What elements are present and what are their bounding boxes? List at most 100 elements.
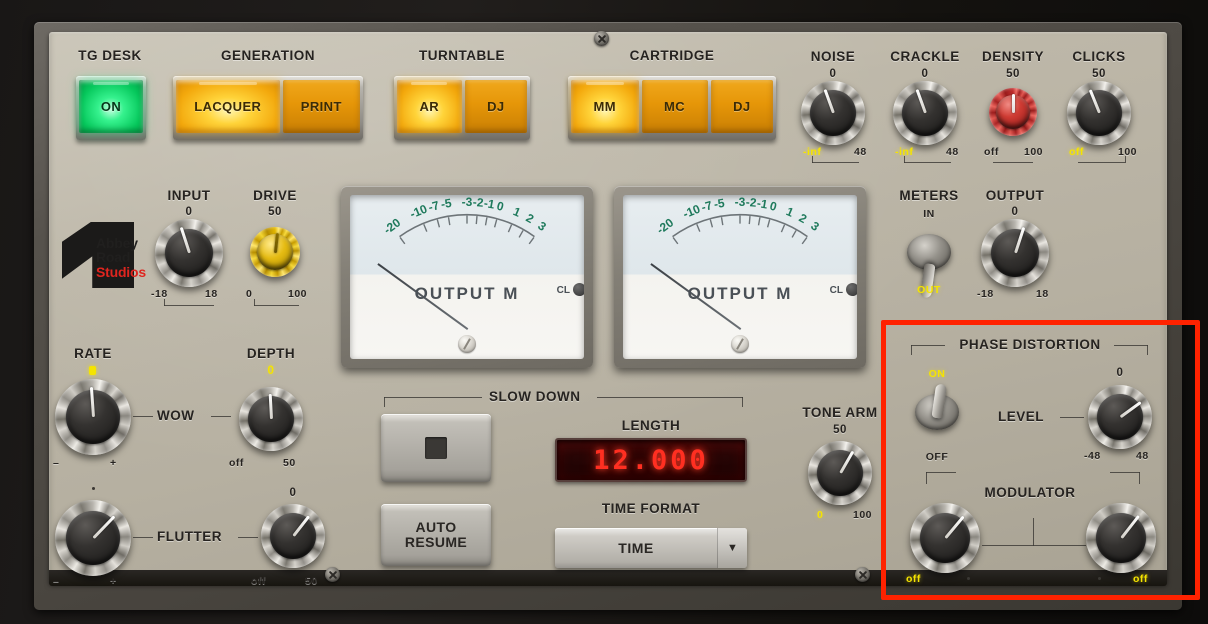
cartridge-mc-label: MC — [664, 99, 686, 114]
turntable-button-group: AR DJ — [394, 76, 530, 140]
time-format-dropdown[interactable]: TIME ▼ — [555, 528, 747, 568]
meter-right-cl-lamp-icon — [846, 283, 857, 297]
wow-connector-right — [211, 416, 231, 417]
svg-text:-7: -7 — [700, 198, 714, 214]
modulator-rule-right — [1110, 472, 1140, 473]
slow-down-rule-left — [384, 397, 482, 398]
phase-rule-right-tick — [1147, 345, 1148, 355]
wow-depth-value: 0 — [267, 365, 275, 377]
meter-left-cl: CL — [557, 283, 584, 297]
svg-text:0: 0 — [495, 199, 505, 214]
svg-text:-1: -1 — [483, 196, 496, 212]
cartridge-mc-button[interactable]: MC — [641, 80, 708, 133]
meter-right-face: -20 -10 -7 -5 -3 -2 -1 0 1 2 3 OUTPUT M CL — [623, 195, 857, 359]
generation-print-button[interactable]: PRINT — [282, 80, 361, 133]
crackle-knob[interactable] — [893, 81, 957, 145]
wow-connector-left — [133, 416, 153, 417]
meters-switch-label: METERS — [899, 188, 959, 203]
phase-level-knob[interactable] — [1088, 385, 1152, 449]
slow-down-stop-button[interactable] — [381, 414, 491, 482]
density-value: 50 — [1006, 68, 1020, 80]
clicks-label: CLICKS — [1072, 49, 1126, 64]
cartridge-mm-button[interactable]: MM — [571, 80, 639, 133]
lamp-slit — [198, 82, 257, 85]
tone-arm-max-label: 100 — [853, 509, 873, 521]
tg-desk-button-group: ON — [76, 76, 146, 140]
time-format-value: TIME — [618, 540, 654, 556]
noise-knob[interactable] — [801, 81, 865, 145]
density-knob[interactable] — [989, 88, 1037, 136]
generation-button-group: LACQUER PRINT — [173, 76, 363, 140]
crackle-label: CRACKLE — [890, 49, 960, 64]
phase-power-switch[interactable] — [915, 380, 959, 432]
wow-depth-min-label: off — [229, 457, 244, 469]
generation-lacquer-button[interactable]: LACQUER — [176, 80, 280, 133]
flutter-depth-knob[interactable] — [261, 504, 325, 568]
svg-text:-1: -1 — [756, 196, 769, 212]
modulator-right-knob[interactable] — [1086, 503, 1156, 573]
svg-text:-20: -20 — [654, 215, 677, 237]
input-knob[interactable] — [155, 219, 223, 287]
wow-depth-knob[interactable] — [239, 387, 303, 451]
lamp-slit — [93, 82, 129, 85]
phase-level-connector — [1060, 417, 1084, 418]
knob-pointer — [1011, 94, 1015, 113]
meters-switch-down-label: OUT — [917, 284, 941, 296]
noise-label: NOISE — [810, 49, 856, 64]
tone-arm-knob[interactable] — [808, 441, 872, 505]
tg-desk-on-button[interactable]: ON — [79, 80, 143, 133]
meter-right: -20 -10 -7 -5 -3 -2 -1 0 1 2 3 OUTPUT M CL — [614, 186, 866, 368]
chevron-down-icon[interactable]: ▼ — [717, 528, 747, 568]
logo-line-3: Studios — [96, 263, 146, 280]
logo-text: Abbey Road Studios — [96, 236, 146, 279]
cartridge-dj-button[interactable]: DJ — [710, 80, 774, 133]
flutter-label: FLUTTER — [157, 529, 222, 544]
meter-left-face: -20 -10 -7 -5 -3 -2 -1 0 1 2 3 OUTPUT M CL — [350, 195, 584, 359]
drive-knob[interactable] — [250, 227, 300, 277]
modulator-rule-right-tick — [1139, 472, 1140, 484]
length-display[interactable]: 12.000 — [555, 438, 747, 482]
modulator-left-knob[interactable] — [910, 503, 980, 573]
tone-arm-min-label: 0 — [817, 509, 824, 521]
meter-left-screw — [458, 335, 476, 353]
density-max-label: 100 — [1024, 146, 1044, 158]
density-label: DENSITY — [981, 49, 1045, 64]
clicks-max-label: 100 — [1118, 146, 1138, 158]
meter-right-cl-label: CL — [829, 285, 843, 297]
clicks-knob[interactable] — [1067, 81, 1131, 145]
input-label: INPUT — [167, 188, 211, 203]
auto-resume-button[interactable]: AUTO RESUME — [381, 504, 491, 566]
screw-top-center — [594, 31, 609, 46]
input-min-label: -18 — [151, 288, 168, 300]
output-label: OUTPUT — [985, 188, 1045, 203]
wow-label: WOW — [157, 408, 195, 423]
phase-rule-left-tick — [911, 345, 912, 355]
output-knob[interactable] — [981, 219, 1049, 287]
phase-level-max-label: 48 — [1136, 450, 1149, 462]
crackle-value: 0 — [921, 68, 929, 80]
phase-power-off-label: OFF — [925, 451, 949, 463]
clicks-bracket — [1078, 162, 1125, 163]
flutter-depth-min-label: off — [251, 575, 266, 587]
screw-bottom-right — [855, 567, 870, 582]
flutter-connector-left — [133, 537, 153, 538]
phase-power-on-label: ON — [928, 368, 946, 380]
modulator-link-stem — [1033, 518, 1034, 546]
flutter-rate-knob[interactable] — [55, 500, 131, 576]
meter-left: -20 -10 -7 -5 -3 -2 -1 0 1 2 3 OUTPUT M CL — [341, 186, 593, 368]
generation-label: GENERATION — [220, 48, 316, 63]
crackle-bracket-tick — [904, 156, 905, 163]
flutter-depth-value: 0 — [289, 487, 297, 499]
screw-bottom-left — [325, 567, 340, 582]
lamp-slit — [585, 82, 624, 85]
input-bracket — [164, 305, 214, 306]
wow-rate-knob[interactable] — [55, 379, 131, 455]
logo-line-1: Abbey — [96, 235, 138, 251]
turntable-ar-button[interactable]: AR — [397, 80, 462, 133]
generation-print-label: PRINT — [300, 99, 342, 114]
turntable-label: TURNTABLE — [419, 48, 505, 63]
turntable-dj-button[interactable]: DJ — [464, 80, 527, 133]
svg-text:2: 2 — [524, 211, 537, 227]
meters-switch[interactable] — [907, 220, 951, 299]
meter-right-cl: CL — [829, 283, 857, 297]
